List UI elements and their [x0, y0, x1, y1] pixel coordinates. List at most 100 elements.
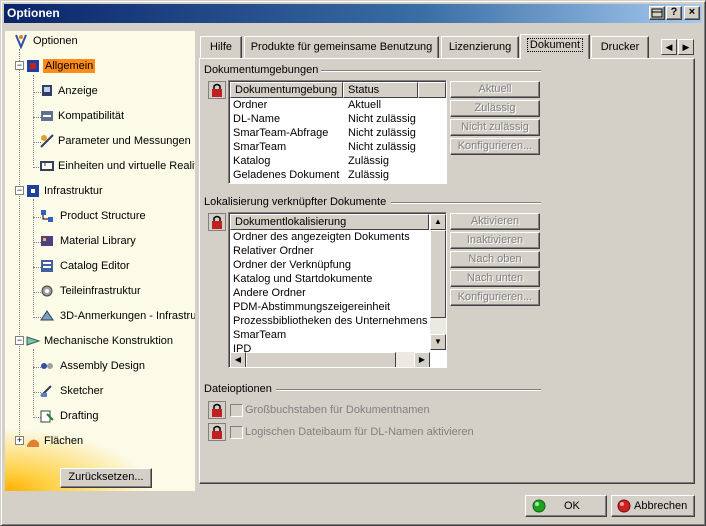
tree-item-product-structure[interactable]: Product Structure: [39, 207, 193, 227]
tree-item-optionen[interactable]: Optionen: [13, 32, 193, 52]
list-item[interactable]: Andere Ordner: [233, 287, 306, 299]
part-infrastructure-icon: [41, 285, 53, 297]
tab-scroll-right-icon[interactable]: ▶: [678, 39, 694, 55]
scroll-left-icon[interactable]: ◀: [230, 352, 246, 367]
surfaces-icon: [27, 439, 39, 447]
tree-item-kompatibilitaet[interactable]: Kompatibilität: [39, 107, 193, 127]
expander-allgemein[interactable]: −: [15, 61, 24, 70]
expander-mechanische-konstruktion[interactable]: −: [15, 336, 24, 345]
tree-item-sketcher[interactable]: Sketcher: [39, 382, 193, 402]
window-title: Optionen: [7, 6, 60, 20]
tree-item-3d-anmerkungen[interactable]: 3D-Anmerkungen - Infrastru: [39, 307, 195, 327]
tree-item-allgemein[interactable]: Allgemein: [25, 57, 193, 77]
tree-item-teileinfrastruktur[interactable]: Teileinfrastruktur: [39, 282, 193, 302]
linked-documents-lock-icon[interactable]: [208, 213, 226, 231]
table-row[interactable]: DL-Name: [233, 113, 280, 125]
ok-icon: [532, 499, 546, 513]
environments-table: Dokumentumgebung Status Ordner Aktuell D…: [228, 80, 447, 184]
uppercase-checkbox[interactable]: [230, 404, 243, 417]
linked-list-hscrollbar[interactable]: ◀ ▶: [230, 352, 430, 367]
tab-lizenzierung[interactable]: Lizenzierung: [441, 36, 519, 58]
tree-item-flaechen[interactable]: Flächen: [25, 432, 193, 452]
table-cell-status: Zulässig: [348, 169, 389, 181]
logical-tree-checkbox[interactable]: [230, 426, 243, 439]
expander-flaechen[interactable]: +: [15, 436, 24, 445]
uppercase-checkbox-label: Großbuchstaben für Dokumentnamen: [245, 404, 430, 416]
expander-infrastruktur[interactable]: −: [15, 186, 24, 195]
product-structure-icon: [41, 210, 53, 222]
mechanical-design-icon: [26, 336, 41, 346]
ok-button[interactable]: OK: [525, 495, 607, 517]
list-item[interactable]: Katalog und Startdokumente: [233, 273, 372, 285]
list-item[interactable]: SmarTeam: [233, 329, 286, 341]
tab-dokument[interactable]: Dokument: [520, 34, 590, 59]
assembly-design-icon: [41, 363, 53, 369]
table-row[interactable]: SmarTeam: [233, 141, 286, 153]
move-down-button[interactable]: Nach unten: [450, 270, 540, 287]
infrastructure-icon: [27, 185, 39, 197]
units-icon: [40, 161, 54, 171]
tree-item-parameter[interactable]: Parameter und Messungen: [39, 132, 193, 152]
linked-list-scrollbar[interactable]: ▲ ▼: [430, 214, 446, 350]
environments-group-title: Dokumentumgebungen: [204, 64, 319, 76]
tree-item-infrastruktur[interactable]: Infrastruktur: [25, 182, 193, 202]
table-cell-status: Zulässig: [348, 155, 389, 167]
list-item[interactable]: Prozessbibliotheken des Unternehmens: [233, 315, 427, 327]
tab-hilfe[interactable]: Hilfe: [200, 36, 242, 58]
uppercase-lock-icon[interactable]: [208, 401, 226, 419]
activate-button[interactable]: Aktivieren: [450, 213, 540, 230]
deactivate-button[interactable]: Inaktivieren: [450, 232, 540, 249]
table-row[interactable]: Katalog: [233, 155, 270, 167]
file-options-group-title: Dateioptionen: [204, 383, 272, 395]
tree-item-catalog-editor[interactable]: Catalog Editor: [39, 257, 193, 277]
set-not-allowed-button[interactable]: Nicht zulässig: [450, 119, 540, 136]
move-up-button[interactable]: Nach oben: [450, 251, 540, 268]
env-column-header-status[interactable]: Status: [343, 82, 418, 98]
table-row[interactable]: Geladenes Dokument: [233, 169, 339, 181]
tree-item-material-library[interactable]: Material Library: [39, 232, 193, 252]
help-button[interactable]: ?: [666, 6, 682, 20]
table-cell-status: Nicht zulässig: [348, 127, 416, 139]
linked-column-header[interactable]: Dokumentlokalisierung: [230, 214, 429, 230]
tree-item-drafting[interactable]: Drafting: [39, 407, 193, 427]
tree-item-einheiten[interactable]: Einheiten und virtuelle Realit: [39, 157, 195, 177]
table-row[interactable]: Ordner: [233, 99, 267, 111]
list-item[interactable]: Ordner des angezeigten Dokuments: [233, 231, 410, 243]
tab-produkte[interactable]: Produkte für gemeinsame Benutzung: [244, 36, 439, 58]
configure-environment-button[interactable]: Konfigurieren...: [450, 138, 540, 155]
list-item[interactable]: Relativer Ordner: [233, 245, 314, 257]
table-row[interactable]: SmarTeam-Abfrage: [233, 127, 328, 139]
scroll-right-icon[interactable]: ▶: [414, 352, 430, 367]
environments-lock-icon[interactable]: [208, 81, 226, 99]
reset-button[interactable]: Zurücksetzen...: [60, 468, 152, 488]
logical-tree-lock-icon[interactable]: [208, 423, 226, 441]
linked-documents-list: Dokumentlokalisierung Ordner des angezei…: [228, 212, 447, 368]
title-bar[interactable]: Optionen ? ×: [4, 4, 702, 23]
tab-scroll-left-icon[interactable]: ◀: [661, 39, 677, 55]
configure-localization-button[interactable]: Konfigurieren...: [450, 289, 540, 306]
list-item[interactable]: PDM-Abstimmungszeigereinheit: [233, 301, 390, 313]
display-icon: [42, 85, 52, 96]
close-button[interactable]: ×: [684, 6, 700, 20]
list-item[interactable]: Ordner der Verknüpfung: [233, 259, 351, 271]
scroll-thumb[interactable]: [430, 230, 446, 318]
set-current-button[interactable]: Aktuell: [450, 81, 540, 98]
options-tree: Optionen − Allgemein Anzeige Kompatibili…: [5, 31, 195, 491]
tree-item-mechanische-konstruktion[interactable]: Mechanische Konstruktion: [25, 332, 193, 352]
tree-item-assembly-design[interactable]: Assembly Design: [39, 357, 193, 377]
catalog-editor-icon: [41, 260, 53, 272]
tab-drucker[interactable]: Drucker: [591, 36, 649, 58]
env-column-header-name[interactable]: Dokumentumgebung: [230, 82, 343, 98]
scroll-down-icon[interactable]: ▼: [430, 334, 446, 350]
window-icon-button[interactable]: [649, 6, 665, 20]
tree-item-anzeige[interactable]: Anzeige: [39, 82, 193, 102]
3d-annotations-icon: [40, 310, 54, 321]
cancel-button[interactable]: Abbrechen: [611, 495, 695, 517]
scroll-up-icon[interactable]: ▲: [430, 214, 446, 230]
options-dialog: Optionen ? × Optionen − Allgemein Anzeig…: [0, 0, 706, 526]
set-allowed-button[interactable]: Zulässig: [450, 100, 540, 117]
hscroll-thumb[interactable]: [246, 352, 396, 367]
sketcher-icon: [40, 385, 52, 397]
options-tree-root-icon: [15, 34, 27, 49]
logical-tree-checkbox-label: Logischen Dateibaum für DL-Namen aktivie…: [245, 426, 474, 438]
